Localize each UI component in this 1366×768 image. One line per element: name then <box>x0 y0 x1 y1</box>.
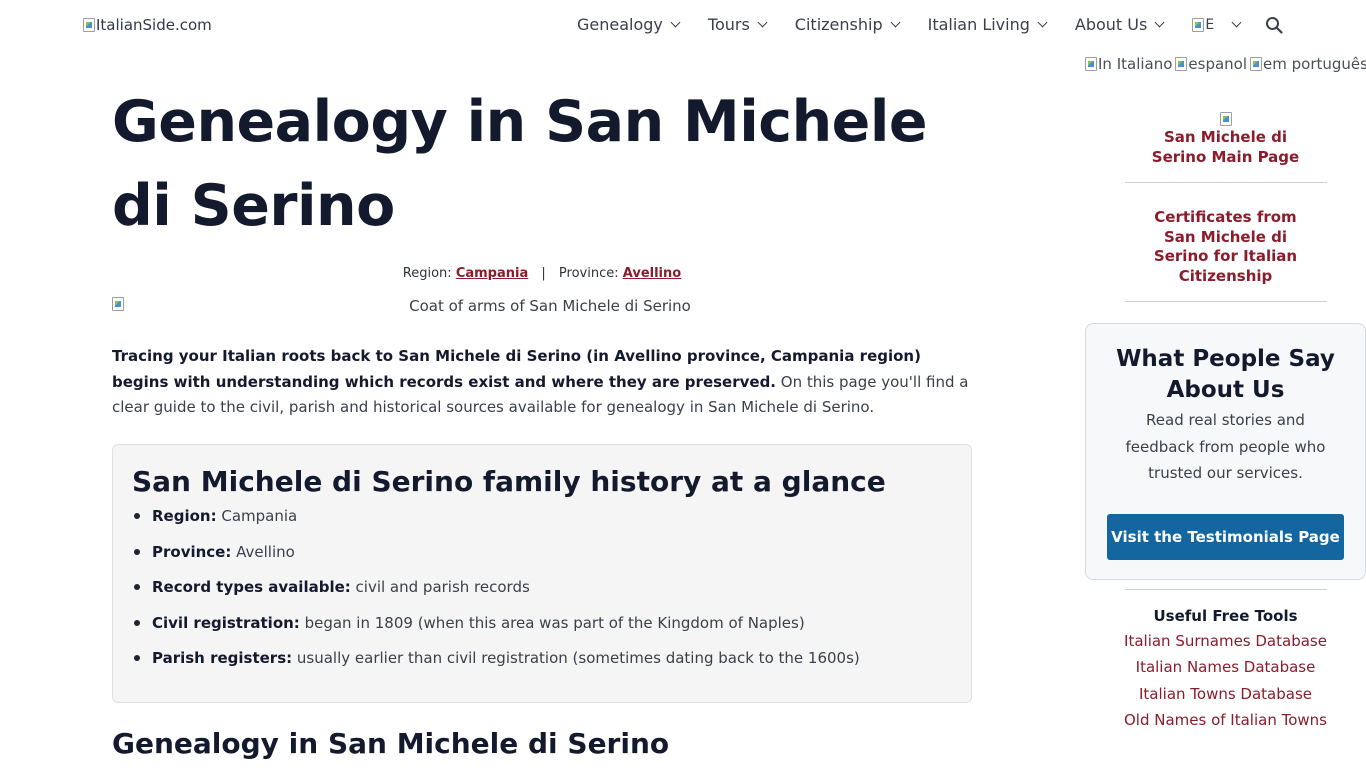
list-item: Civil registration: began in 1809 (when … <box>132 612 952 634</box>
site-logo[interactable]: ItalianSide.com <box>83 16 212 34</box>
section-heading: Genealogy in San Michele di Serino <box>112 727 670 760</box>
divider <box>1125 301 1327 302</box>
glance-heading: San Michele di Serino family history at … <box>132 465 886 498</box>
region-link[interactable]: Campania <box>456 266 528 281</box>
nav-label: About Us <box>1074 15 1148 34</box>
nav-label: Citizenship <box>794 15 883 34</box>
region-label: Region: <box>402 266 452 281</box>
chevron-down-icon <box>1037 17 1048 28</box>
testimonials-text: Read real stories and feedback from peop… <box>1125 411 1326 482</box>
lang-link-label: In Italiano <box>1098 55 1173 73</box>
item-label: Civil registration: <box>152 613 300 632</box>
item-value: began in 1809 (when this area was part o… <box>299 613 805 632</box>
tool-link-old-names[interactable]: Old Names of Italian Towns <box>1085 707 1366 733</box>
flag-icon <box>1085 57 1097 71</box>
search-icon[interactable] <box>1265 16 1283 34</box>
glance-list: Region: Campania Province: Avellino Reco… <box>132 505 952 669</box>
nav-item-citizenship[interactable]: Citizenship <box>794 15 901 34</box>
item-label: Region: <box>152 507 217 525</box>
nav-label: Tours <box>707 15 750 34</box>
list-item: Record types available: civil and parish… <box>132 576 952 598</box>
nav-item-tours[interactable]: Tours <box>707 15 768 34</box>
province-link[interactable]: Avellino <box>623 266 681 281</box>
testimonials-heading: What People Say About Us <box>1116 346 1335 403</box>
intro-paragraph: Tracing your Italian roots back to San M… <box>112 344 972 421</box>
at-a-glance-box: San Michele di Serino family history at … <box>112 444 972 703</box>
chevron-down-icon <box>1154 17 1165 28</box>
lang-link-label: em português <box>1263 55 1366 73</box>
tool-link-names[interactable]: Italian Names Database <box>1085 654 1366 680</box>
item-label: Province: <box>152 542 232 561</box>
main-nav: Genealogy Tours Citizenship Italian Livi… <box>577 15 1254 34</box>
flag-icon <box>1250 57 1263 71</box>
coat-of-arms-image-icon <box>112 297 124 311</box>
list-item: Parish registers: usually earlier than c… <box>132 647 952 669</box>
flag-icon <box>1192 17 1205 32</box>
chevron-down-icon <box>1231 17 1242 28</box>
language-links: In Italiano espanol em português <box>1085 55 1366 73</box>
page-title: Genealogy in San Michele di Serino <box>112 89 928 239</box>
broken-image-icon <box>83 18 95 32</box>
nav-item-genealogy[interactable]: Genealogy <box>577 15 681 34</box>
main-content: Genealogy in San Michele di Serino Regio… <box>112 80 972 760</box>
item-label: Record types available: <box>152 578 351 596</box>
item-label: Parish registers: <box>152 649 293 667</box>
item-value: Campania <box>216 507 298 525</box>
coat-of-arms-caption: Coat of arms of San Michele di Serino <box>409 297 691 315</box>
region-province-line: Region: Campania | Province: Avellino <box>112 266 972 281</box>
province-label: Province: <box>558 266 619 281</box>
testimonials-box: What People Say About Us Read real stori… <box>1085 323 1366 580</box>
lang-link-portuguese[interactable]: em português <box>1250 55 1366 73</box>
item-value: Avellino <box>231 542 295 561</box>
lang-link-label: espanol <box>1188 55 1248 73</box>
item-value: civil and parish records <box>350 578 530 596</box>
language-selector[interactable]: E <box>1192 16 1242 33</box>
chevron-down-icon <box>670 17 681 28</box>
sidebar: San Michele di Serino Main Page Certific… <box>1085 108 1366 729</box>
list-item: Province: Avellino <box>132 541 952 563</box>
language-flag-alt: E <box>1205 16 1215 33</box>
item-value: usually earlier than civil registration … <box>292 649 860 667</box>
separator: | <box>541 266 546 281</box>
divider <box>1125 589 1327 590</box>
nav-item-italian-living[interactable]: Italian Living <box>927 15 1048 34</box>
divider <box>1125 182 1327 183</box>
testimonials-button[interactable]: Visit the Testimonials Page <box>1107 513 1344 560</box>
chevron-down-icon <box>757 17 768 28</box>
logo-alt-text: ItalianSide.com <box>96 16 212 34</box>
list-item: Region: Campania <box>132 505 952 527</box>
coat-of-arms-figure: Coat of arms of San Michele di Serino <box>112 297 988 315</box>
main-page-link[interactable]: San Michele di Serino Main Page <box>1085 128 1366 167</box>
site-header: ItalianSide.com Genealogy Tours Citizens… <box>0 0 1366 52</box>
nav-label: Genealogy <box>577 15 663 34</box>
main-page-thumb <box>1085 108 1366 128</box>
lang-link-italian[interactable]: In Italiano <box>1085 55 1172 73</box>
tool-link-towns[interactable]: Italian Towns Database <box>1085 681 1366 707</box>
tools-heading: Useful Free Tools <box>1153 607 1298 625</box>
chevron-down-icon <box>890 17 901 28</box>
certificates-link[interactable]: Certificates from San Michele di Serino … <box>1085 208 1366 286</box>
lang-link-spanish[interactable]: espanol <box>1175 55 1247 73</box>
flag-icon <box>1175 57 1188 71</box>
nav-item-about-us[interactable]: About Us <box>1074 15 1165 34</box>
town-image-icon <box>1219 111 1232 126</box>
useful-tools: Useful Free Tools Italian Surnames Datab… <box>1085 589 1366 733</box>
tool-link-surnames[interactable]: Italian Surnames Database <box>1085 628 1366 654</box>
nav-label: Italian Living <box>927 15 1030 34</box>
